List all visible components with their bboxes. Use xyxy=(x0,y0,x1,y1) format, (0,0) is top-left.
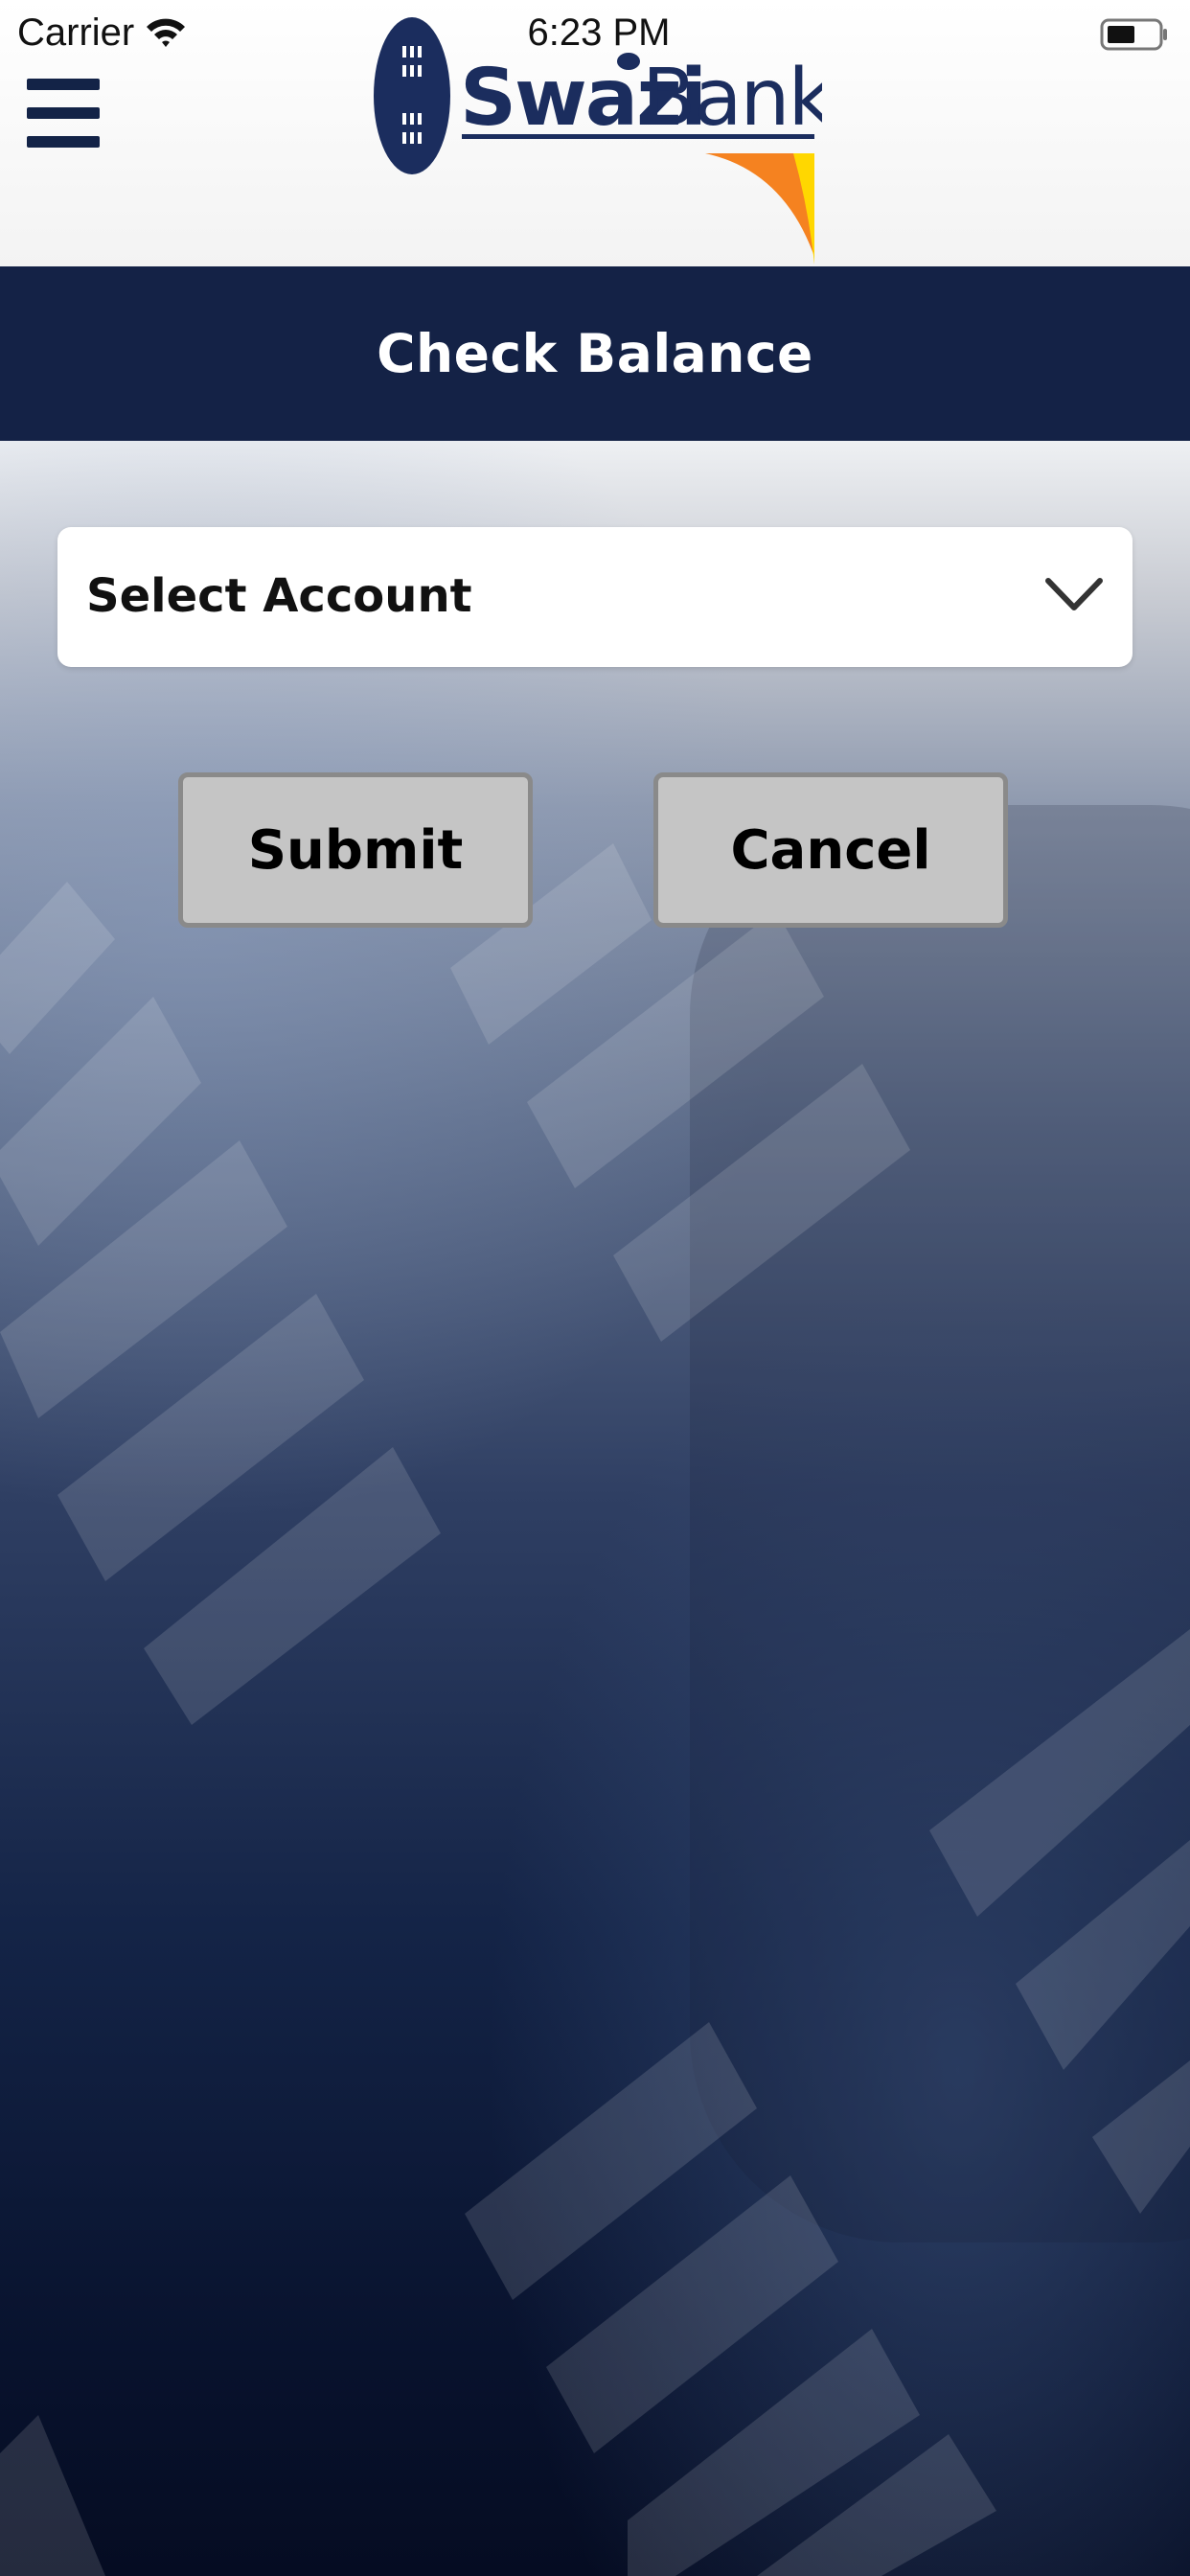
cancel-button[interactable]: Cancel xyxy=(653,772,1008,928)
submit-button[interactable]: Submit xyxy=(178,772,533,928)
wifi-icon xyxy=(147,18,185,47)
battery-icon xyxy=(1100,18,1167,51)
logo-text-bank: Bank xyxy=(642,53,822,144)
chevron-down-icon xyxy=(1045,578,1103,610)
status-carrier: Carrier xyxy=(17,12,135,54)
title-bar: Check Balance xyxy=(0,266,1190,441)
select-account-label: Select Account xyxy=(86,569,472,623)
swazibank-logo: Swazi Bank xyxy=(374,17,822,264)
page-title: Check Balance xyxy=(377,323,813,384)
select-account-dropdown[interactable]: Select Account xyxy=(57,527,1133,667)
check-balance-screen: Carrier 6:23 PM Swazi Bank Check Balance… xyxy=(0,0,1190,2576)
hamburger-menu-icon[interactable] xyxy=(27,79,102,148)
app-header: Carrier 6:23 PM Swazi Bank xyxy=(0,0,1190,266)
